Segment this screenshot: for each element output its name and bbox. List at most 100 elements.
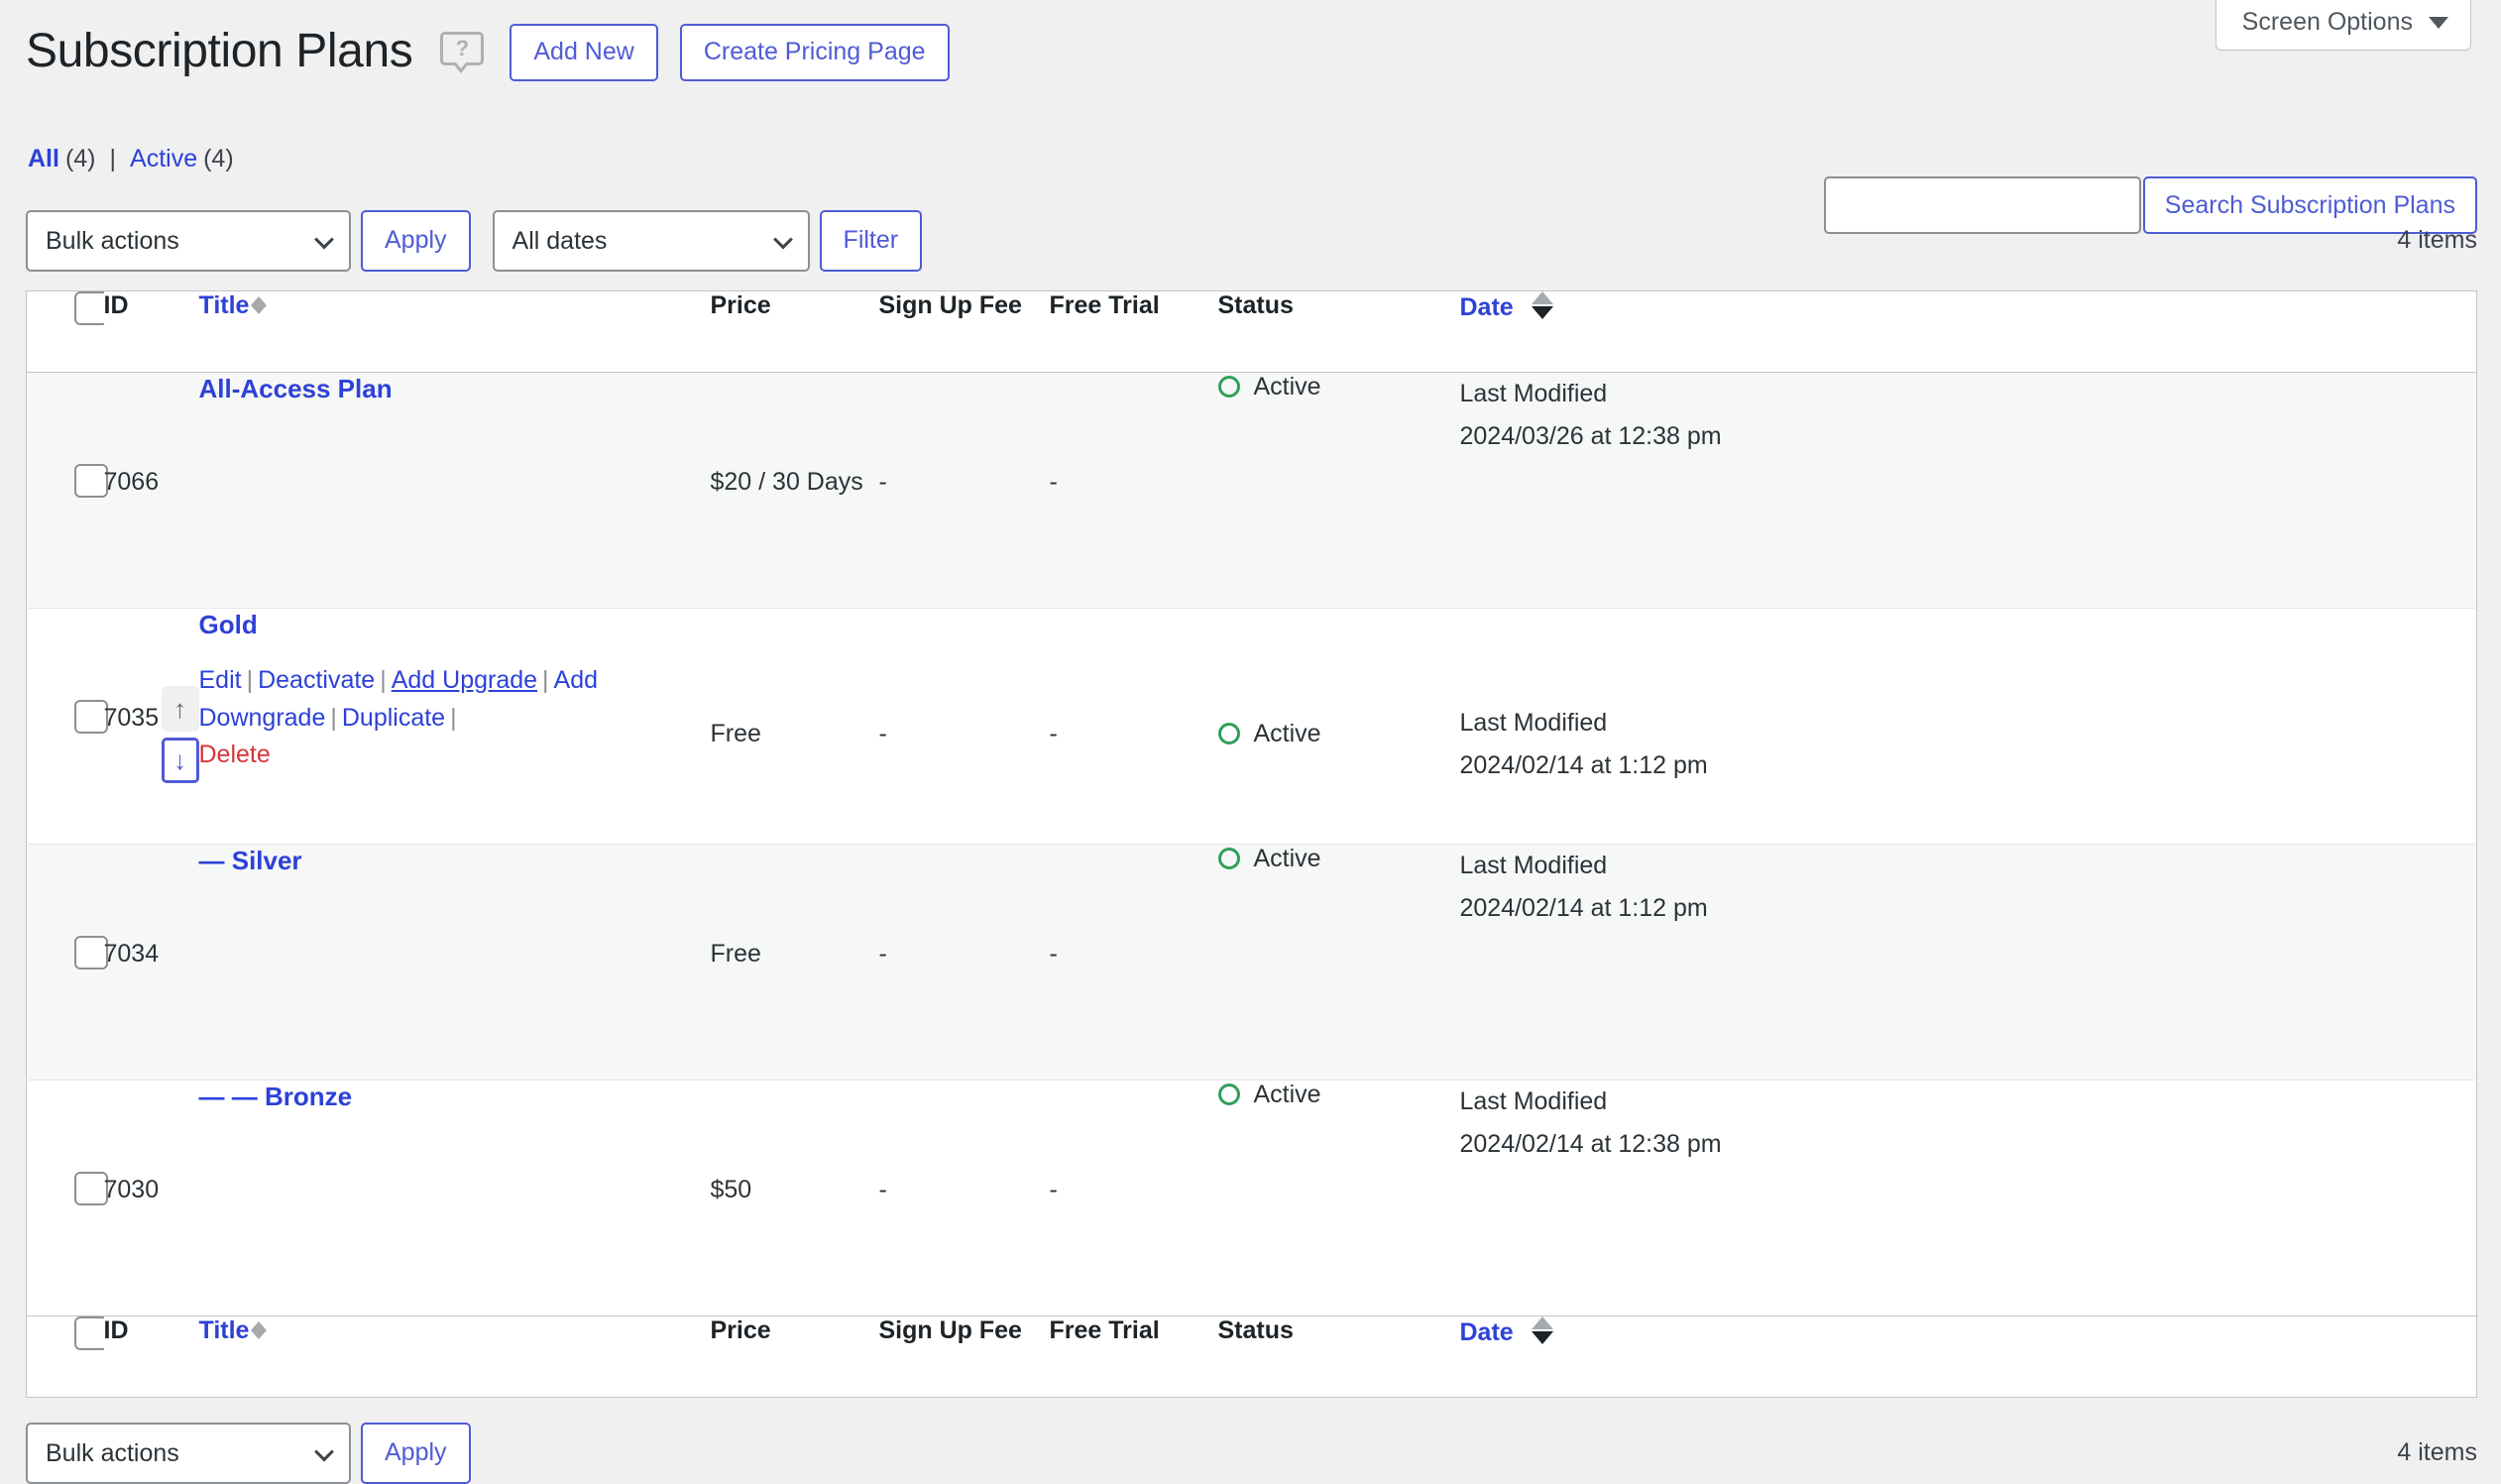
bulk-actions-select-top[interactable]: Bulk actions [26,209,351,272]
arrow-up-icon[interactable]: ↑ [161,685,199,732]
row-select-cell [27,844,108,1080]
column-header-status: Status [1217,290,1460,373]
view-active: Active (4) [130,145,234,173]
row-title-cell: All-Access Plan [199,372,711,608]
row-title-link[interactable]: All-Access Plan [199,373,393,405]
column-footer-signup-fee: Sign Up Fee [878,1314,1050,1397]
view-all: All (4) [28,145,96,173]
row-action-duplicate[interactable]: Duplicate [342,704,445,732]
column-header-title[interactable]: Title [198,290,711,373]
sort-updown-icon [1531,1315,1553,1350]
status-label: Active [1253,719,1321,747]
help-tooltip-bubble: ? [440,31,485,65]
row-free-trial: - [1049,1175,1058,1203]
row-signup-fee: - [878,719,887,747]
row-title-cell: — — Bronze [199,1080,711,1315]
status-badge: Active [1217,373,1321,401]
row-actions: Edit | Deactivate | Add Upgrade | Add Downgrad… [199,662,675,774]
column-footer-title[interactable]: Title [198,1314,711,1397]
view-active-link[interactable]: Active [130,145,197,172]
row-title-link[interactable]: Gold [199,609,258,641]
add-new-button[interactable]: Add New [510,24,658,81]
view-filter-links: All (4) | Active (4) [28,145,2501,173]
row-title-cell: ↑ ↓ Gold Edit | Deactivate | Add Upgrade | Add… [161,608,711,844]
column-footer-status: Status [1217,1314,1460,1397]
screen-options-label: Screen Options [2241,8,2413,36]
create-pricing-page-button[interactable]: Create Pricing Page [679,24,950,81]
column-header-title-link[interactable]: Title [198,290,268,320]
arrow-down-icon[interactable]: ↓ [161,737,199,783]
column-footer-title-link[interactable]: Title [199,1316,268,1345]
select-all-header [26,290,108,373]
table-row: 7066 All-Access Plan $20 / 30 Days - - A… [26,372,2477,608]
row-date-value: 2024/03/26 at 12:38 pm [1459,422,1722,451]
row-date-value: 2024/02/14 at 1:12 pm [1459,894,1708,923]
column-header-price: Price [710,290,879,373]
column-footer-date-link[interactable]: Date [1459,1315,1553,1350]
filter-button[interactable]: Filter [819,209,923,272]
status-active-icon [1217,1084,1240,1105]
page-header: Subscription Plans ? Add New Create Pric… [0,0,2501,81]
subscription-plans-page: Screen Options Subscription Plans ? Add … [0,0,2501,1484]
row-date-cell: Last Modified 2024/03/26 at 12:38 pm [1460,372,2477,608]
row-signup-fee-cell: - [879,608,1050,844]
action-separator: | [542,666,549,694]
row-free-trial: - [1049,467,1058,496]
row-id-cell: 7030 [104,1080,199,1315]
action-separator: | [450,703,457,732]
row-select-cell [27,608,108,844]
dates-filter-select[interactable]: All dates [492,209,810,272]
row-price: $20 / 30 Days [710,467,863,496]
row-price: Free [710,939,761,968]
row-free-trial-cell: - [1050,372,1218,608]
column-footer-id: ID [103,1314,199,1397]
row-status-cell: Active [1217,844,1460,1080]
action-separator: | [330,703,337,732]
subscription-plans-table-wrap: ID Title Price Sign Up Fee Free Trial St… [26,289,2477,1398]
row-id: 7066 [103,467,160,496]
column-header-date-link[interactable]: Date [1460,290,1553,325]
view-all-link[interactable]: All [28,145,59,172]
table-row: 7035 ↑ ↓ Gold Edit | Deactivate | Add Upgrad… [26,608,2477,844]
row-status-cell: Active [1217,1080,1460,1315]
column-header-date[interactable]: Date [1459,290,2477,373]
action-separator: | [380,666,387,694]
row-status-cell: Active [1217,372,1460,608]
row-action-edit[interactable]: Edit [199,666,242,694]
row-action-add-upgrade[interactable]: Add Upgrade [392,666,537,694]
screen-options-button[interactable]: Screen Options [2215,0,2471,51]
displaying-num-top: 4 items [2397,226,2477,254]
row-select-cell [27,1080,108,1315]
row-free-trial-cell: - [1050,608,1218,844]
column-footer-date-label: Date [1459,1318,1514,1346]
bulk-actions-select-bottom[interactable]: Bulk actions [26,1422,351,1484]
row-date-value: 2024/02/14 at 1:12 pm [1459,751,1708,780]
table-foot: ID Title Price Sign Up Fee Free Trial St… [26,1314,2477,1397]
apply-button-top[interactable]: Apply [361,209,471,272]
view-separator: | [109,144,117,172]
row-id: 7030 [103,1175,160,1203]
row-date-label: Last Modified [1459,379,1608,407]
table-header-row: ID Title Price Sign Up Fee Free Trial St… [26,290,2477,373]
row-action-delete[interactable]: Delete [199,741,271,768]
table-row: 7030 — — Bronze $50 - - Active Last Modi… [26,1080,2477,1315]
tablenav-bottom: Bulk actions Apply 4 items [26,1418,2477,1484]
row-date-label: Last Modified [1459,708,1608,737]
column-header-title-label: Title [198,290,250,319]
status-badge: Active [1217,1081,1321,1109]
row-price: Free [710,719,761,747]
row-title-link[interactable]: — — Bronze [199,1081,353,1113]
column-footer-free-trial: Free Trial [1049,1314,1218,1397]
row-signup-fee-cell: - [879,844,1050,1080]
help-tooltip-icon[interactable]: ? [440,31,485,73]
row-price-cell: Free [711,844,879,1080]
row-action-deactivate[interactable]: Deactivate [258,666,375,694]
view-active-count: (4) [203,144,234,172]
tablenav-top: Bulk actions Apply All dates Filter 4 it… [26,205,2477,277]
row-title-cell: — Silver [199,844,711,1080]
row-title-link[interactable]: — Silver [199,845,302,877]
column-footer-date[interactable]: Date [1459,1314,2477,1397]
displaying-num-bottom: 4 items [2397,1438,2477,1466]
row-date-cell: Last Modified 2024/02/14 at 1:12 pm [1460,608,2477,844]
apply-button-bottom[interactable]: Apply [361,1422,471,1484]
